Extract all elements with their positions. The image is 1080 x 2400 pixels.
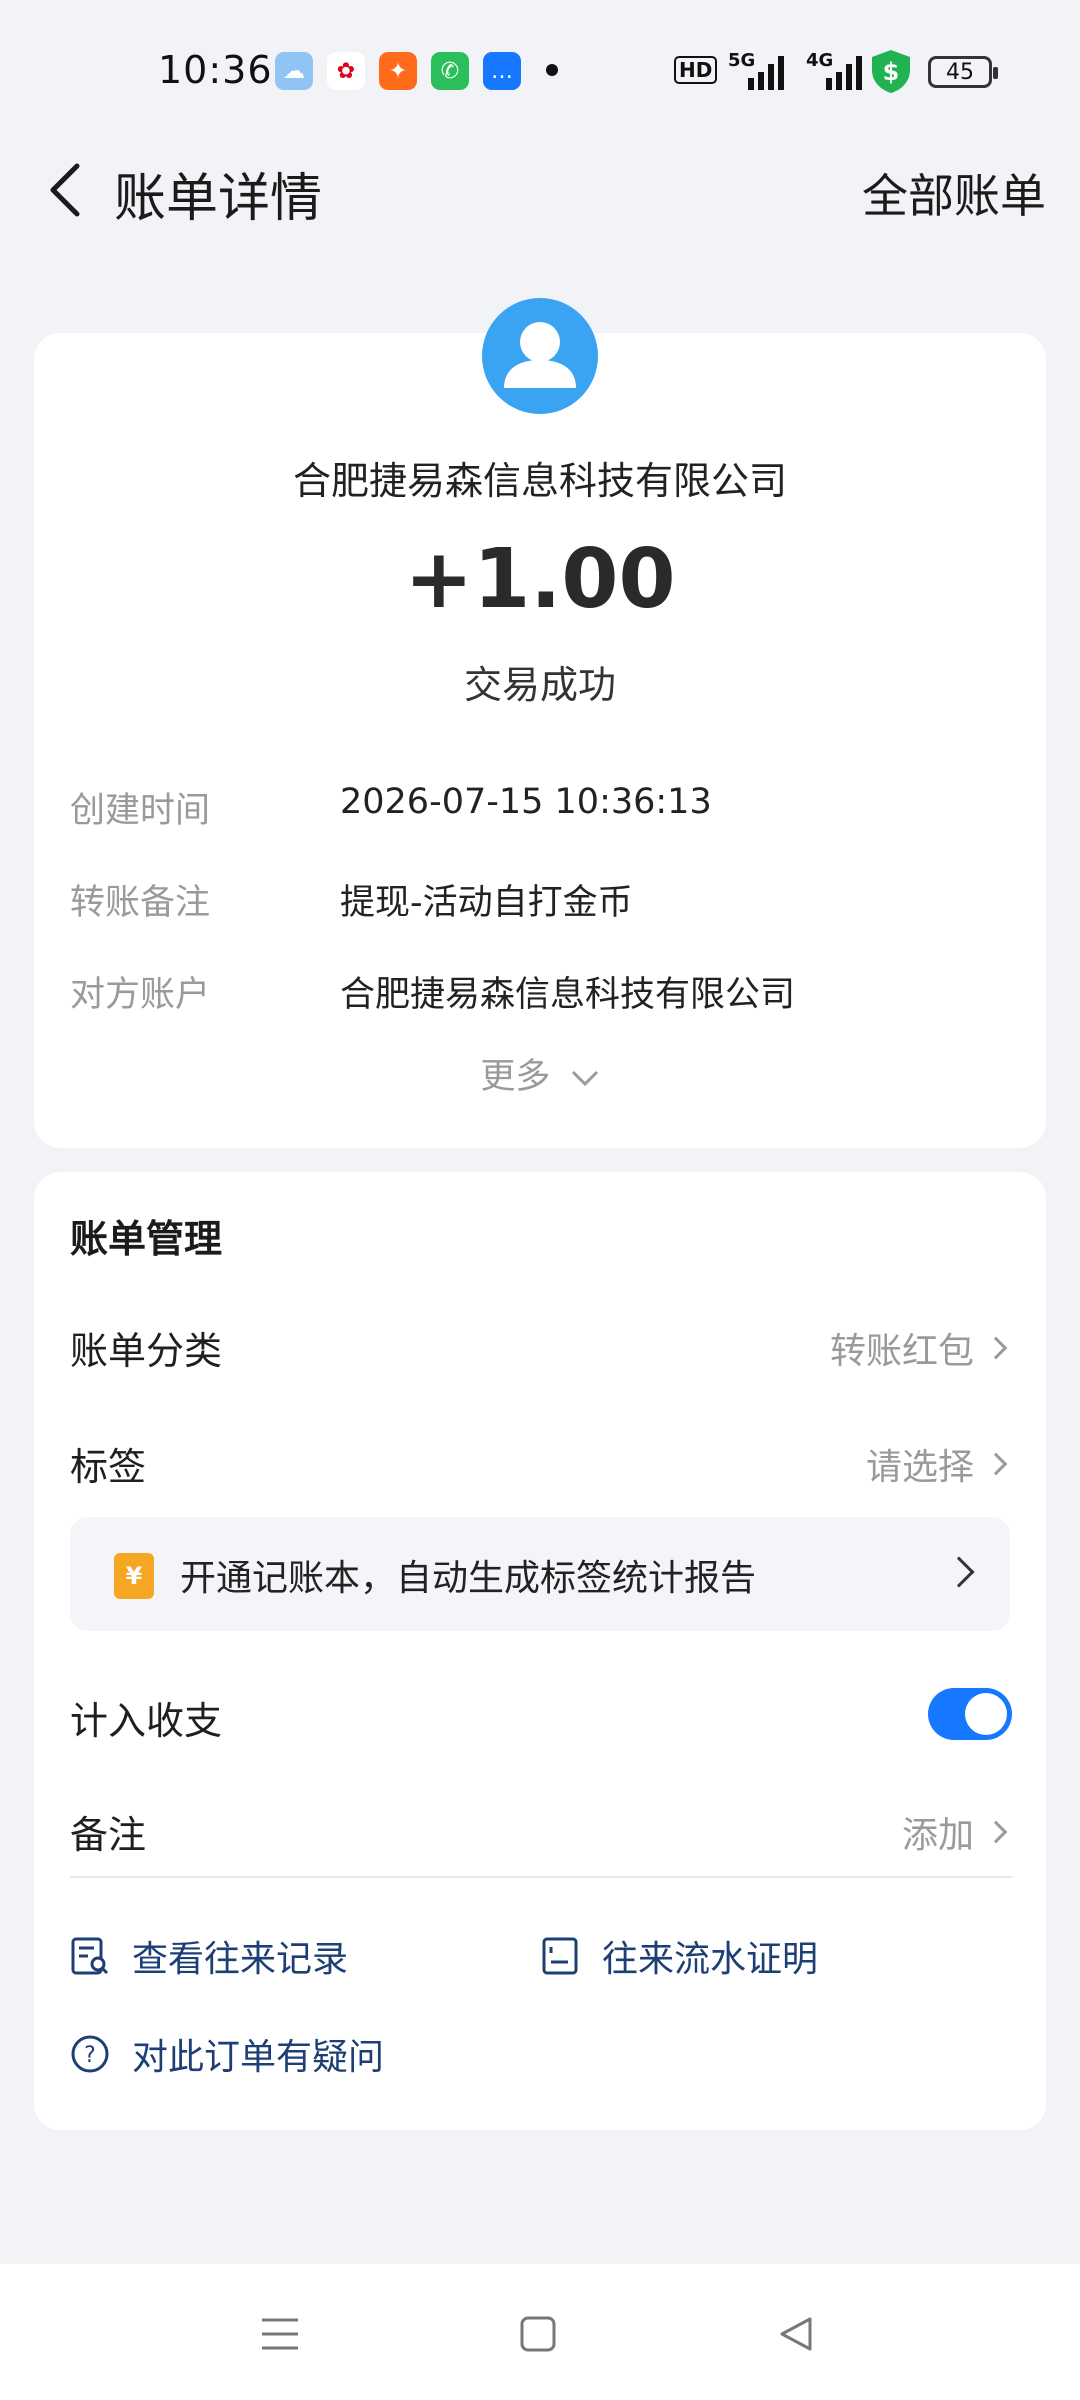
promo-text: 开通记账本，自动生成标签统计报告 <box>180 1558 757 1599</box>
coupon-icon: ¥ <box>114 1553 154 1599</box>
statement-proof-label: 往来流水证明 <box>602 1939 819 1980</box>
bookkeeping-promo-banner[interactable]: ¥ 开通记账本，自动生成标签统计报告 <box>70 1517 1010 1631</box>
counterparty-name: 合肥捷易森信息科技有限公司 <box>292 459 787 503</box>
all-bills-link[interactable]: 全部账单 <box>862 160 1046 226</box>
note-label: 备注 <box>70 1813 147 1857</box>
view-history-link[interactable]: 查看往来记录 <box>70 1930 348 1982</box>
home-square-icon <box>520 2316 556 2352</box>
count-in-balance-toggle[interactable] <box>928 1688 1012 1740</box>
weather-app-icon: ☁ <box>275 52 313 90</box>
chevron-right-icon <box>943 1556 975 1588</box>
battery-indicator: 45 <box>928 56 998 88</box>
counterparty-account-value: 合肥捷易森信息科技有限公司 <box>340 975 796 1015</box>
category-label: 账单分类 <box>70 1329 223 1373</box>
view-history-label: 查看往来记录 <box>132 1939 349 1980</box>
order-question-label: 对此订单有疑问 <box>132 2037 385 2078</box>
counterparty-account-label: 对方账户 <box>70 975 211 1015</box>
message-icon: … <box>483 52 521 90</box>
tag-label: 标签 <box>70 1445 147 1489</box>
status-time: 10:36 <box>158 48 273 92</box>
menu-button[interactable] <box>240 2294 320 2374</box>
record-search-icon <box>71 1937 109 1975</box>
chevron-right-icon <box>984 1336 1008 1360</box>
svg-text:$: $ <box>883 58 900 86</box>
document-icon <box>542 1937 578 1975</box>
transfer-note-label: 转账备注 <box>70 883 211 923</box>
back-nav-button[interactable] <box>756 2294 836 2374</box>
menu-icon <box>262 2318 298 2350</box>
more-notifications-dot <box>546 64 558 76</box>
title-bar: 账单详情 全部账单 <box>0 140 1080 240</box>
created-time-value: 2026-07-15 10:36:13 <box>340 782 712 822</box>
chevron-right-icon <box>984 1820 1008 1844</box>
svg-text:?: ? <box>84 2043 96 2068</box>
note-row[interactable]: 添加 <box>902 1806 1010 1858</box>
avatar <box>482 298 598 414</box>
hd-icon: HD <box>674 56 718 84</box>
back-triangle-icon <box>780 2317 812 2351</box>
more-button[interactable]: 更多 <box>0 1048 1080 1099</box>
app-notification-icon: ✦ <box>379 52 417 90</box>
back-button[interactable] <box>30 150 100 230</box>
category-value: 转账红包 <box>829 1331 974 1372</box>
home-button[interactable] <box>498 2294 578 2374</box>
note-value: 添加 <box>901 1815 974 1856</box>
toggle-knob <box>965 1693 1007 1735</box>
chevron-down-icon <box>571 1070 598 1087</box>
chevron-right-icon <box>984 1452 1008 1476</box>
status-bar: 10:36 ☁ ✿ ✦ ✆ … HD 5G 4G $ 45 <box>0 0 1080 140</box>
page-title: 账单详情 <box>114 169 323 229</box>
section-title: 账单管理 <box>70 1217 223 1261</box>
divider <box>70 1876 1012 1878</box>
transaction-amount: +1.00 <box>404 532 676 627</box>
transaction-status: 交易成功 <box>463 663 616 707</box>
created-time-label: 创建时间 <box>70 791 211 831</box>
back-arrow-icon <box>50 163 80 217</box>
system-nav-bar <box>0 2264 1080 2400</box>
question-circle-icon: ? <box>71 2035 109 2073</box>
user-icon <box>504 322 576 388</box>
bill-management-card <box>34 1172 1046 2130</box>
tag-value: 请选择 <box>865 1447 974 1488</box>
more-label: 更多 <box>480 1057 551 1097</box>
transfer-note-value: 提现-活动自打金币 <box>340 883 633 923</box>
phone-icon: ✆ <box>431 52 469 90</box>
china-unicom-icon: ✿ <box>327 52 365 90</box>
statement-proof-link[interactable]: 往来流水证明 <box>540 1930 818 1982</box>
signal-4g-icon <box>826 56 862 90</box>
security-shield-icon: $ <box>872 50 910 93</box>
count-in-balance-label: 计入收支 <box>70 1699 223 1743</box>
order-question-link[interactable]: ? 对此订单有疑问 <box>70 2028 384 2080</box>
category-row[interactable]: 转账红包 <box>830 1322 1010 1374</box>
signal-5g-icon <box>748 56 784 90</box>
tag-row[interactable]: 请选择 <box>866 1438 1010 1490</box>
